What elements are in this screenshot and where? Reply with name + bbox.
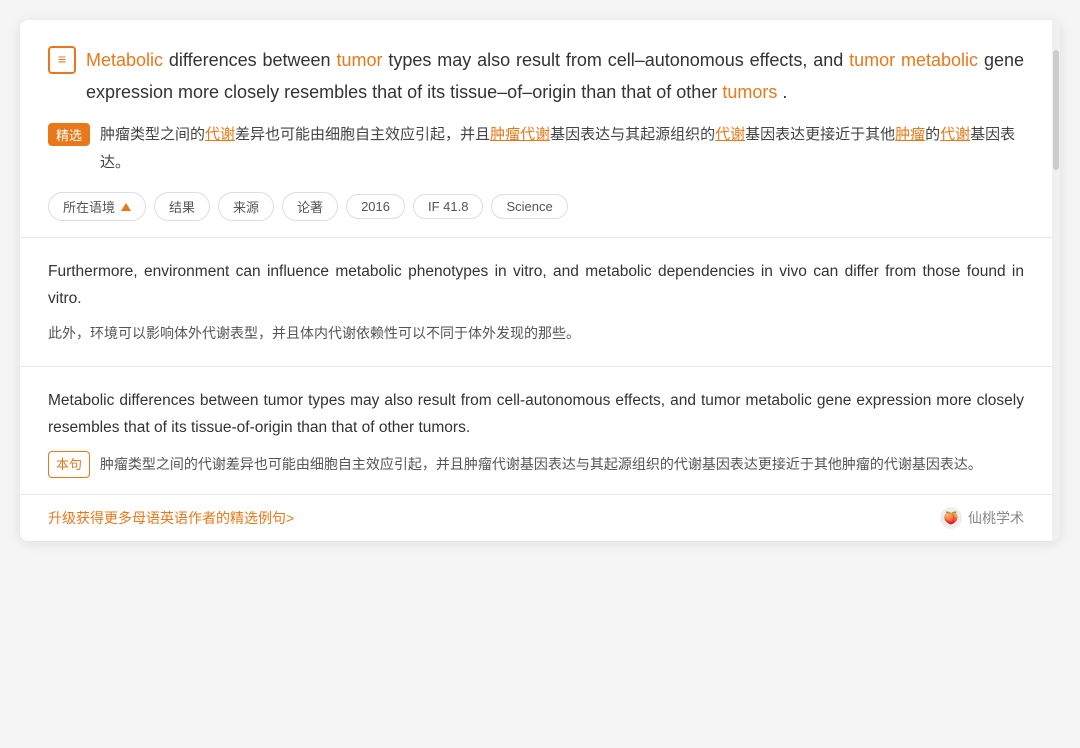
middle-chinese-text: 此外，环境可以影响体外代谢表型，并且体内代谢依赖性可以不同于体外发现的那些。	[48, 325, 580, 341]
tag-paper[interactable]: 论著	[282, 192, 338, 221]
tag-source-label: 来源	[233, 200, 259, 215]
text-segment-2: types may also result from cell–autonomo…	[388, 50, 849, 70]
english-text-content: Metabolic differences between tumor type…	[86, 44, 1024, 109]
jingxuan-badge: 精选	[48, 123, 90, 146]
cn-seg-1: 肿瘤类型之间的	[100, 126, 205, 143]
cn-highlight-1: 代谢	[205, 126, 235, 143]
tag-year[interactable]: 2016	[346, 194, 405, 219]
tag-journal-label: Science	[506, 199, 552, 214]
middle-section: Furthermore, environment can influence m…	[20, 238, 1052, 366]
scrollbar-thumb[interactable]	[1053, 50, 1059, 170]
cn-seg-5: 的	[925, 126, 940, 143]
cn-seg-4: 基因表达更接近于其他	[745, 126, 895, 143]
tag-result[interactable]: 结果	[154, 192, 210, 221]
tags-row: 所在语境 结果 来源 论著 2016	[48, 192, 1024, 221]
upgrade-link[interactable]: 升级获得更多母语英语作者的精选例句>	[48, 508, 294, 528]
chinese-entry-block: 精选 肿瘤类型之间的代谢差异也可能由细胞自主效应引起，并且肿瘤代谢基因表达与其起…	[48, 121, 1024, 177]
tag-result-label: 结果	[169, 200, 195, 215]
tag-context-label: 所在语境	[63, 197, 115, 216]
tag-context[interactable]: 所在语境	[48, 192, 146, 221]
content-area: ≡ Metabolic differences between tumor ty…	[20, 20, 1052, 541]
cn-highlight-4: 肿瘤	[895, 126, 925, 143]
top-section: ≡ Metabolic differences between tumor ty…	[20, 20, 1052, 238]
doc-icon: ≡	[48, 46, 76, 74]
bottom-chinese-block: 本句 肿瘤类型之间的代谢差异也可能由细胞自主效应引起，并且肿瘤代谢基因表达与其起…	[48, 451, 1024, 478]
cn-highlight-2: 肿瘤代谢	[490, 126, 550, 143]
main-card: ≡ Metabolic differences between tumor ty…	[20, 20, 1060, 541]
word-metabolic: Metabolic	[86, 50, 163, 70]
footer: 升级获得更多母语英语作者的精选例句> 🍑 仙桃学术	[20, 495, 1052, 541]
tag-paper-label: 论著	[297, 200, 323, 215]
benju-badge: 本句	[48, 451, 90, 478]
middle-english-text: Furthermore, environment can influence m…	[48, 263, 1024, 307]
word-tumor-metabolic: tumor metabolic	[849, 50, 978, 70]
bottom-chinese-text: 肿瘤类型之间的代谢差异也可能由细胞自主效应引起，并且肿瘤代谢基因表达与其起源组织…	[100, 456, 982, 472]
cn-seg-2: 差异也可能由细胞自主效应引起，并且	[235, 126, 490, 143]
bottom-section: Metabolic differences between tumor type…	[20, 367, 1052, 496]
brand-name: 仙桃学术	[968, 508, 1024, 528]
english-entry-block: ≡ Metabolic differences between tumor ty…	[48, 44, 1024, 109]
triangle-up-icon	[121, 203, 131, 211]
bottom-english-text: Metabolic differences between tumor type…	[48, 392, 1024, 436]
tag-source[interactable]: 来源	[218, 192, 274, 221]
cn-highlight-5: 代谢	[940, 126, 970, 143]
cn-highlight-3: 代谢	[715, 126, 745, 143]
text-period-1: .	[782, 82, 787, 102]
middle-chinese: 此外，环境可以影响体外代谢表型，并且体内代谢依赖性可以不同于体外发现的那些。	[48, 321, 1024, 346]
scroll-container: ≡ Metabolic differences between tumor ty…	[20, 20, 1060, 541]
word-tumors-1: tumors	[722, 82, 777, 102]
text-segment-1: differences between	[169, 50, 337, 70]
tag-if[interactable]: IF 41.8	[413, 194, 483, 219]
tag-journal[interactable]: Science	[491, 194, 567, 219]
word-tumor-1: tumor	[336, 50, 382, 70]
bottom-english: Metabolic differences between tumor type…	[48, 387, 1024, 441]
cn-seg-3: 基因表达与其起源组织的	[550, 126, 715, 143]
tag-year-label: 2016	[361, 199, 390, 214]
brand: 🍑 仙桃学术	[940, 507, 1024, 529]
chinese-text-content: 肿瘤类型之间的代谢差异也可能由细胞自主效应引起，并且肿瘤代谢基因表达与其起源组织…	[100, 121, 1024, 177]
tag-if-label: IF 41.8	[428, 199, 468, 214]
middle-english: Furthermore, environment can influence m…	[48, 258, 1024, 312]
scrollbar[interactable]	[1052, 20, 1060, 541]
brand-logo: 🍑	[940, 507, 962, 529]
